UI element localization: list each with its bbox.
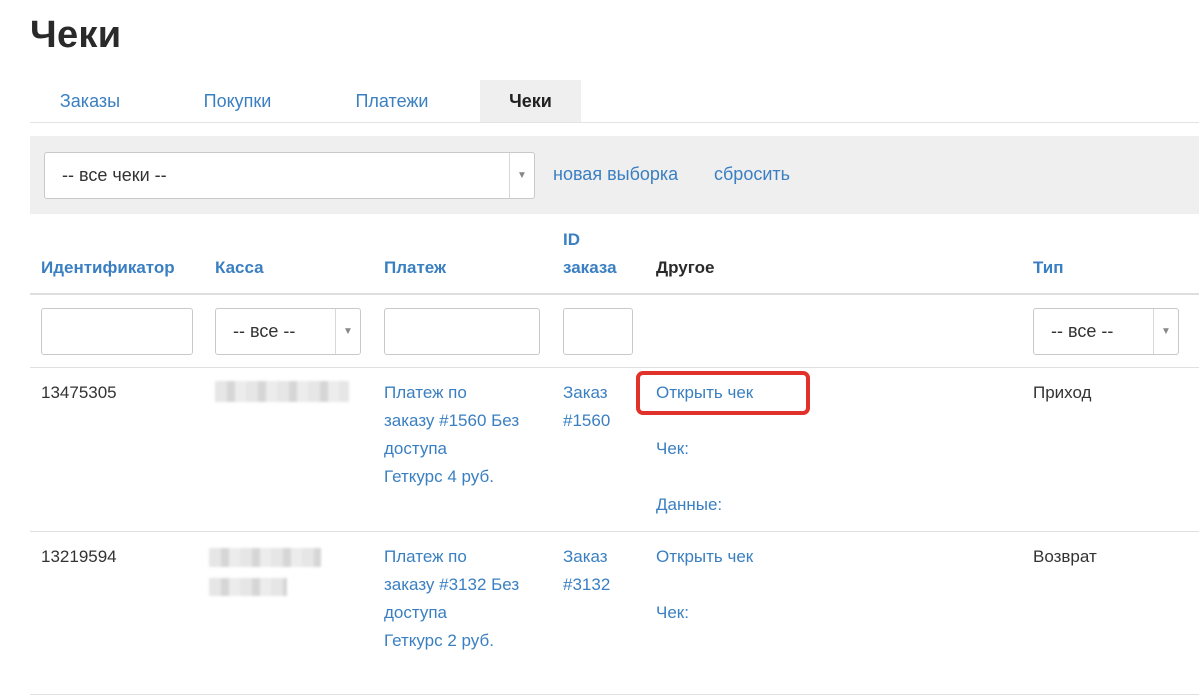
row-id: 13219594 xyxy=(41,547,117,566)
chevron-down-icon: ▼ xyxy=(509,153,534,198)
tab-payments[interactable]: Платежи xyxy=(322,80,462,122)
checks-filter-value: -- все чеки -- xyxy=(62,165,167,185)
kassa-filter-value: -- все -- xyxy=(233,321,296,341)
order-id-filter-input[interactable] xyxy=(563,308,633,355)
tab-purchases[interactable]: Покупки xyxy=(165,80,310,122)
payment-link[interactable]: Платеж по заказу #1560 Без доступа Гетку… xyxy=(384,379,519,491)
kassa-filter-select[interactable]: -- все -- ▼ xyxy=(215,308,361,355)
order-link-line: #3132 xyxy=(563,575,611,594)
column-header-payment[interactable]: Платеж xyxy=(384,254,446,282)
type-filter-value: -- все -- xyxy=(1051,321,1114,341)
checks-filter-select[interactable]: -- все чеки -- ▼ xyxy=(44,152,535,199)
order-link-line: #1560 xyxy=(563,411,611,430)
payment-link-line: доступа xyxy=(384,603,448,622)
payment-link-line: заказу #3132 Без xyxy=(384,575,520,594)
chevron-down-icon: ▼ xyxy=(335,309,360,354)
payment-link-line: Геткурс 4 руб. xyxy=(384,467,494,486)
row-type: Возврат xyxy=(1033,547,1097,566)
kassa-redacted xyxy=(209,548,321,567)
tab-bar: Заказы Покупки Платежи Чеки xyxy=(30,80,1199,123)
row-divider xyxy=(30,531,1199,532)
open-check-link[interactable]: Открыть чек xyxy=(656,543,753,571)
column-header-other: Другое xyxy=(656,258,715,277)
header-divider xyxy=(30,293,1199,295)
order-link-line: Заказ xyxy=(563,383,608,402)
order-link-line: Заказ xyxy=(563,547,608,566)
new-selection-link[interactable]: новая выборка xyxy=(553,162,678,186)
column-header-order-id[interactable]: ID заказа xyxy=(563,226,617,282)
chevron-down-icon: ▼ xyxy=(1153,309,1178,354)
kassa-redacted xyxy=(215,381,349,402)
check-toggle-link[interactable]: Чек: xyxy=(656,599,689,627)
column-header-order-id-line2: заказа xyxy=(563,258,617,277)
type-filter-select[interactable]: -- все -- ▼ xyxy=(1033,308,1179,355)
payment-link[interactable]: Платеж по заказу #3132 Без доступа Гетку… xyxy=(384,543,519,655)
page-title: Чеки xyxy=(30,14,122,56)
row-divider xyxy=(30,694,1199,695)
highlight-box xyxy=(636,371,810,415)
payment-link-line: Платеж по xyxy=(384,547,467,566)
payment-link-line: заказу #1560 Без xyxy=(384,411,520,430)
payment-link-line: Платеж по xyxy=(384,383,467,402)
payment-link-line: доступа xyxy=(384,439,448,458)
order-link[interactable]: Заказ #1560 xyxy=(563,379,610,435)
check-toggle-link[interactable]: Чек: xyxy=(656,435,689,463)
tab-checks[interactable]: Чеки xyxy=(480,80,581,122)
row-type: Приход xyxy=(1033,383,1092,402)
row-id: 13475305 xyxy=(41,383,117,402)
tab-orders[interactable]: Заказы xyxy=(30,80,150,122)
reset-link[interactable]: сбросить xyxy=(714,162,790,186)
payment-link-line: Геткурс 2 руб. xyxy=(384,631,494,650)
payment-filter-input[interactable] xyxy=(384,308,540,355)
filter-bar: -- все чеки -- ▼ новая выборка сбросить xyxy=(30,136,1199,214)
order-link[interactable]: Заказ #3132 xyxy=(563,543,610,599)
column-header-id[interactable]: Идентификатор xyxy=(41,254,175,282)
row-divider xyxy=(30,367,1199,368)
kassa-redacted xyxy=(209,578,287,596)
data-toggle-link[interactable]: Данные: xyxy=(656,491,722,519)
column-header-kassa[interactable]: Касса xyxy=(215,254,264,282)
column-header-order-id-line1: ID xyxy=(563,230,580,249)
id-filter-input[interactable] xyxy=(41,308,193,355)
column-header-type[interactable]: Тип xyxy=(1033,254,1063,282)
